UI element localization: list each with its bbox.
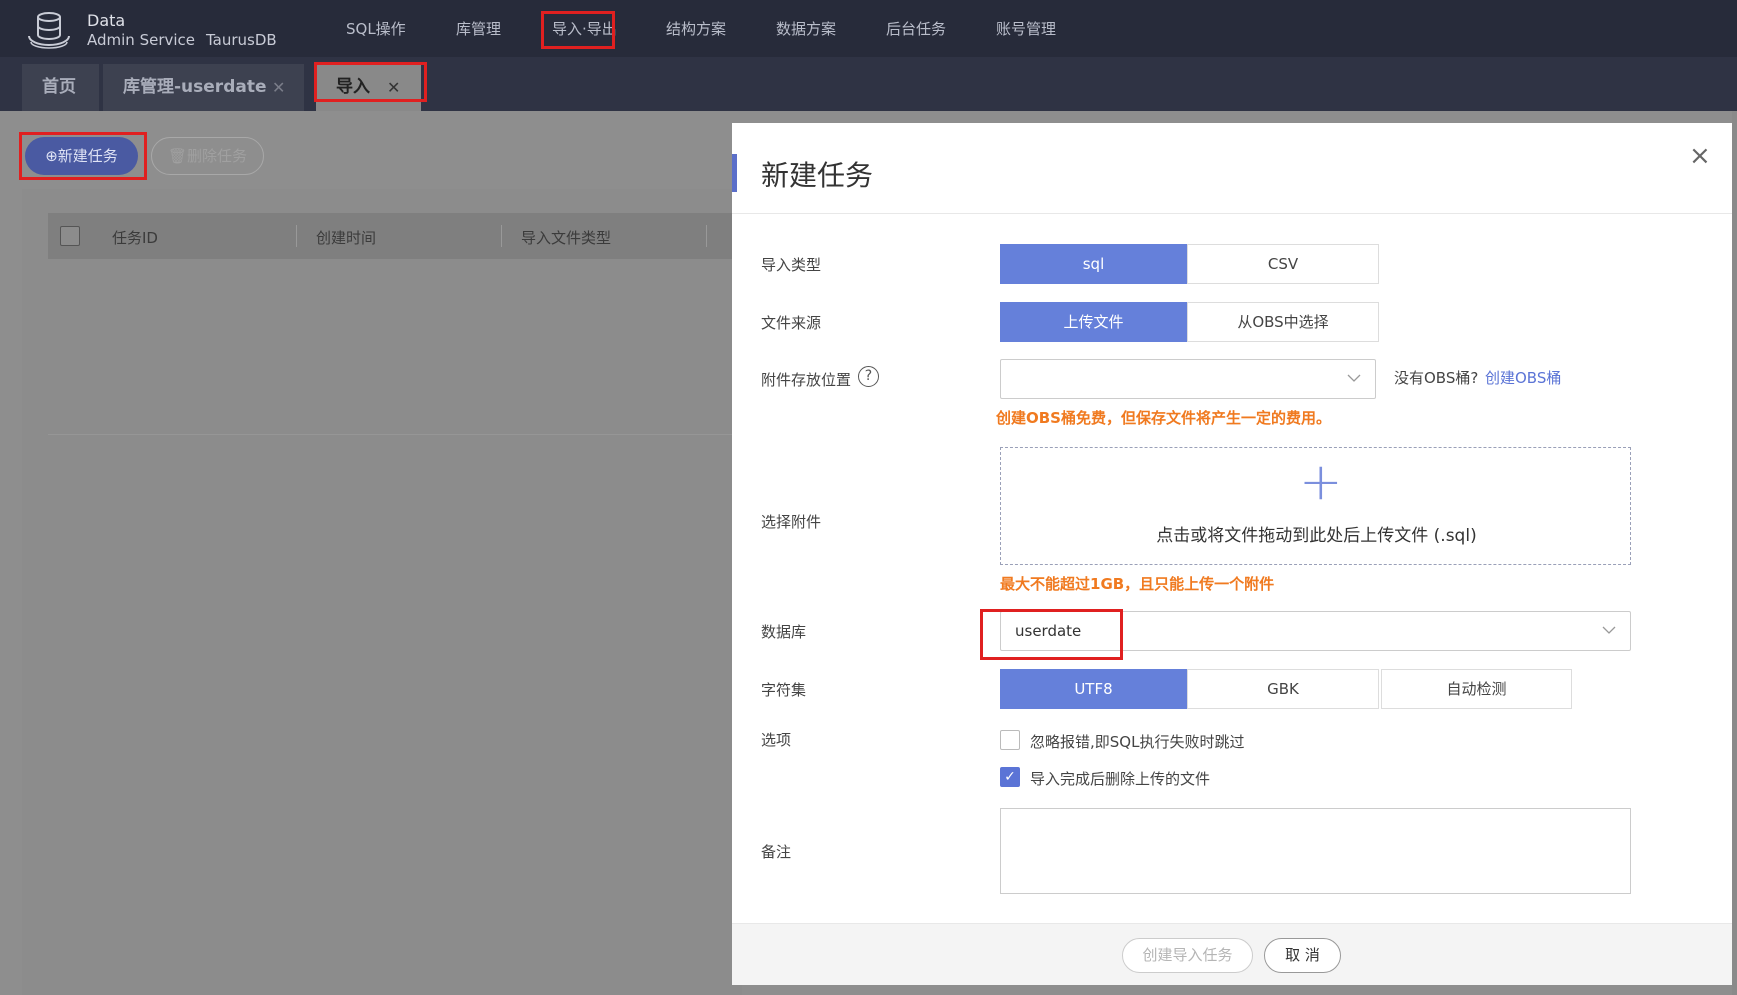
plus-icon: + xyxy=(1299,452,1343,512)
attachment-location-select[interactable] xyxy=(1000,359,1376,399)
upload-limit-note: 最大不能超过1GB，且只能上传一个附件 xyxy=(1000,575,1275,593)
chevron-down-icon xyxy=(1347,367,1361,391)
column-header-file-type[interactable]: 导入文件类型 xyxy=(521,227,611,248)
charset-utf8[interactable]: UTF8 xyxy=(1000,669,1187,709)
file-source-obs[interactable]: 从OBS中选择 xyxy=(1187,302,1379,342)
nav-item-sql-operations[interactable]: SQL操作 xyxy=(346,18,406,39)
highlight-database xyxy=(980,609,1123,660)
close-icon[interactable]: × xyxy=(1689,141,1711,171)
file-source-upload[interactable]: 上传文件 xyxy=(1000,302,1187,342)
task-list-panel xyxy=(22,189,742,995)
no-obs-bucket-text: 没有OBS桶? xyxy=(1394,369,1479,387)
highlight-import-export xyxy=(541,11,615,49)
upload-instruction: 点击或将文件拖动到此处后上传文件 (.sql) xyxy=(1156,526,1477,546)
dialog-footer: 创建导入任务 取 消 xyxy=(732,923,1732,985)
column-divider xyxy=(501,225,502,247)
close-icon[interactable]: ✕ xyxy=(272,64,285,111)
charset-gbk[interactable]: GBK xyxy=(1187,669,1379,709)
dialog-title: 新建任务 xyxy=(761,159,874,192)
database-engine-name: TaurusDB xyxy=(206,31,277,49)
divider xyxy=(732,213,1732,214)
remarks-label: 备注 xyxy=(761,843,792,861)
tab-label: 库管理-userdate xyxy=(123,77,267,97)
import-type-sql[interactable]: sql xyxy=(1000,244,1187,284)
import-type-csv[interactable]: CSV xyxy=(1187,244,1379,284)
select-all-checkbox[interactable] xyxy=(60,226,80,246)
charset-auto-detect[interactable]: 自动检测 xyxy=(1381,669,1572,709)
tab-label: 首页 xyxy=(42,77,76,97)
charset-label: 字符集 xyxy=(761,681,807,699)
column-divider xyxy=(296,225,297,247)
tab-database-userdate[interactable]: 库管理-userdate ✕ xyxy=(103,64,304,111)
database-logo-icon xyxy=(28,12,70,49)
create-import-task-button[interactable]: 创建导入任务 xyxy=(1122,938,1253,973)
highlight-import-tab xyxy=(314,62,427,102)
logo-subtitle: Admin Service xyxy=(87,31,196,49)
title-accent-bar xyxy=(732,154,737,192)
page-tab-strip: 首页 库管理-userdate ✕ 导入 ✕ xyxy=(0,57,1737,111)
delete-task-button[interactable]: 🗑删除任务 xyxy=(151,137,264,175)
task-table-header: 任务ID 创建时间 导入文件类型 xyxy=(48,213,748,259)
nav-item-data-plans[interactable]: 数据方案 xyxy=(776,18,836,39)
options-label: 选项 xyxy=(761,731,792,749)
top-navigation-bar: Data Admin Service TaurusDB SQL操作 库管理 导入… xyxy=(0,0,1737,57)
database-label: 数据库 xyxy=(761,623,807,641)
logo-title: Data xyxy=(87,11,126,30)
delete-after-import-text: 导入完成后删除上传的文件 xyxy=(1030,770,1211,788)
tab-home[interactable]: 首页 xyxy=(22,64,99,111)
column-divider xyxy=(706,225,707,247)
nav-item-account-management[interactable]: 账号管理 xyxy=(996,18,1056,39)
attachment-location-label: 附件存放位置 xyxy=(761,371,852,389)
remarks-textarea[interactable] xyxy=(1000,808,1631,894)
page-edge xyxy=(1732,111,1737,995)
nav-item-database-management[interactable]: 库管理 xyxy=(456,18,501,39)
nav-item-schema-plans[interactable]: 结构方案 xyxy=(666,18,726,39)
table-divider xyxy=(48,434,748,435)
ignore-errors-text: 忽略报错,即SQL执行失败时跳过 xyxy=(1030,733,1245,751)
help-icon[interactable]: ? xyxy=(858,366,879,387)
attachment-label: 选择附件 xyxy=(761,513,822,531)
new-task-dialog: 新建任务 × 导入类型 sql CSV 文件来源 上传文件 从OBS中选择 附件… xyxy=(732,123,1732,985)
highlight-new-task xyxy=(19,132,147,180)
nav-item-background-tasks[interactable]: 后台任务 xyxy=(886,18,946,39)
chevron-down-icon xyxy=(1602,619,1616,643)
column-header-created-time[interactable]: 创建时间 xyxy=(316,227,376,248)
cancel-button[interactable]: 取 消 xyxy=(1264,938,1341,973)
file-source-label: 文件来源 xyxy=(761,314,822,332)
import-type-label: 导入类型 xyxy=(761,256,822,274)
ignore-errors-checkbox[interactable] xyxy=(1000,730,1020,750)
column-header-task-id[interactable]: 任务ID xyxy=(112,227,158,248)
obs-cost-warning: 创建OBS桶免费，但保存文件将产生一定的费用。 xyxy=(996,409,1331,427)
delete-after-import-checkbox[interactable]: ✓ xyxy=(1000,767,1020,787)
create-obs-bucket-link[interactable]: 创建OBS桶 xyxy=(1485,367,1561,388)
file-upload-dropzone[interactable]: + 点击或将文件拖动到此处后上传文件 (.sql) xyxy=(1000,447,1631,565)
